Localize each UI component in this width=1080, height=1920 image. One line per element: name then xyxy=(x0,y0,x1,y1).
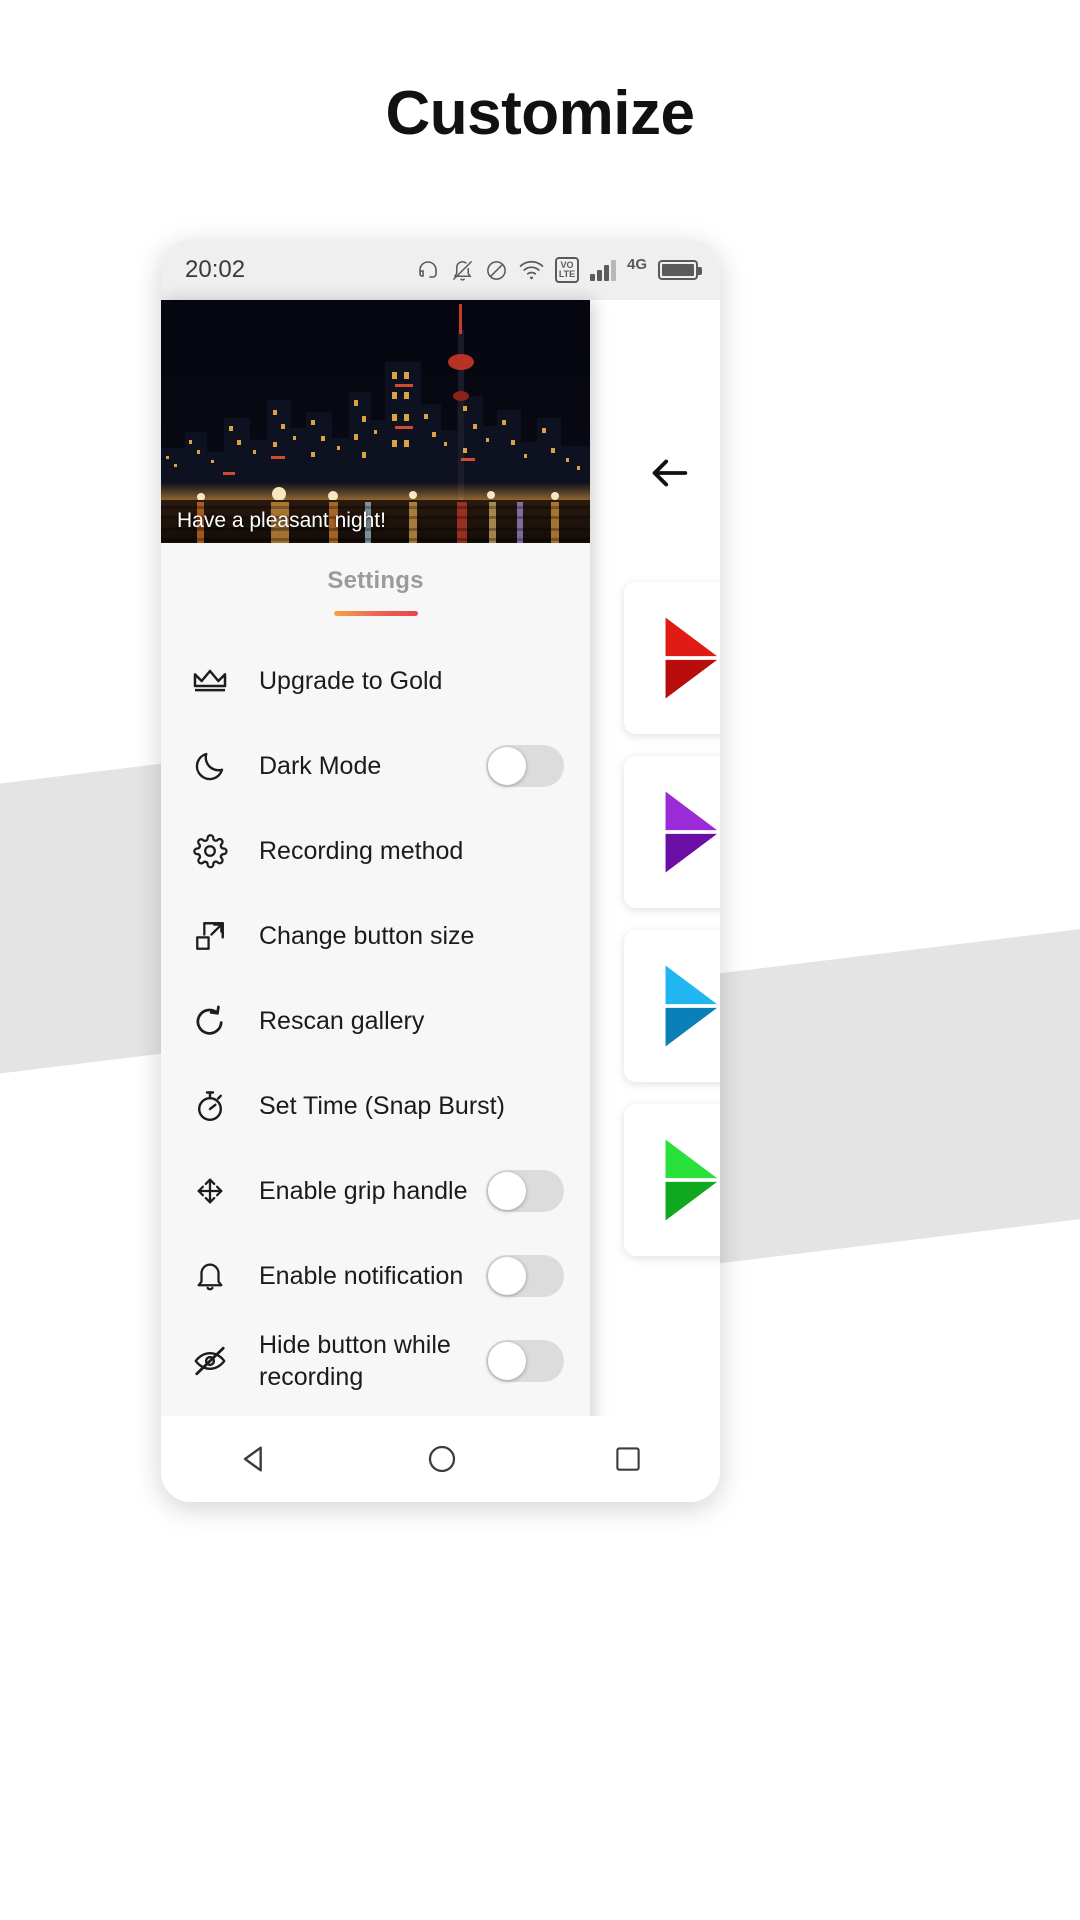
menu-item-label: Upgrade to Gold xyxy=(259,666,443,695)
theme-card-list xyxy=(624,582,720,1256)
do-not-disturb-icon xyxy=(485,259,508,282)
menu-item-label: Enable notification xyxy=(259,1261,464,1290)
cellular-signal-icon xyxy=(589,259,616,281)
theme-card-red[interactable] xyxy=(624,582,720,734)
menu-item-rescan-gallery[interactable]: Rescan gallery xyxy=(161,978,590,1063)
menu-item-change-button-size[interactable]: Change button size xyxy=(161,893,590,978)
stopwatch-icon xyxy=(187,1083,233,1129)
resize-icon xyxy=(187,913,233,959)
status-bar-icons: VO LTE 4G xyxy=(416,255,702,283)
menu-item-label: Rescan gallery xyxy=(259,1006,425,1035)
toggle-enable-notification[interactable] xyxy=(486,1254,564,1297)
bowtie-shape-blue xyxy=(665,965,718,1047)
status-bar-clock: 20:02 xyxy=(185,256,246,283)
phone-device: 20:02 VO LTE 4G Have a pleasant night! S… xyxy=(161,240,720,1502)
menu-item-enable-notification[interactable]: Enable notification xyxy=(161,1233,590,1318)
headset-icon xyxy=(416,258,440,282)
city-skyline-illustration xyxy=(161,300,590,543)
toggle-enable-grip-handle[interactable] xyxy=(486,1169,564,1212)
menu-item-enable-grip-handle[interactable]: Enable grip handle xyxy=(161,1148,590,1233)
background-ribbon-right xyxy=(700,924,1080,1266)
menu-item-label: Hide button while recording xyxy=(259,1330,451,1391)
status-bar: 20:02 VO LTE 4G xyxy=(161,240,720,300)
notifications-off-icon xyxy=(451,259,474,282)
nav-recents-button[interactable] xyxy=(613,1444,643,1474)
menu-item-label: Set Time (Snap Burst) xyxy=(259,1091,505,1120)
wifi-icon xyxy=(519,259,544,281)
hero-caption: Have a pleasant night! xyxy=(177,509,386,532)
settings-drawer: Have a pleasant night! Settings Upgrade … xyxy=(161,300,590,1502)
menu-item-label: Recording method xyxy=(259,836,464,865)
page-title: Customize xyxy=(385,79,695,148)
phone-screen: Have a pleasant night! Settings Upgrade … xyxy=(161,300,720,1502)
volte-line-2: LTE xyxy=(558,269,576,279)
refresh-ccw-icon xyxy=(187,998,233,1044)
drawer-tab-settings[interactable]: Settings xyxy=(161,543,590,616)
menu-item-hide-button-while-recording[interactable]: Hide button while recording xyxy=(161,1318,590,1403)
menu-item-set-time-snap-burst[interactable]: Set Time (Snap Burst) xyxy=(161,1063,590,1148)
battery-icon xyxy=(658,260,702,280)
move-icon xyxy=(187,1168,233,1214)
back-arrow-icon[interactable] xyxy=(647,450,693,496)
menu-item-label: Change button size xyxy=(259,921,475,950)
bell-icon xyxy=(187,1253,233,1299)
bowtie-shape-green xyxy=(665,1139,718,1221)
moon-icon xyxy=(187,743,233,789)
menu-item-dark-mode[interactable]: Dark Mode xyxy=(161,723,590,808)
drawer-hero-image: Have a pleasant night! xyxy=(161,300,590,543)
toggle-hide-button-while-recording[interactable] xyxy=(486,1339,564,1382)
menu-item-upgrade-to-gold[interactable]: Upgrade to Gold xyxy=(161,638,590,723)
android-navigation-bar xyxy=(161,1416,720,1502)
volte-icon: VO LTE xyxy=(554,257,579,283)
toggle-dark-mode[interactable] xyxy=(486,744,564,787)
eye-off-icon xyxy=(187,1338,233,1384)
nav-home-button[interactable] xyxy=(426,1443,458,1475)
crown-icon xyxy=(187,658,233,704)
drawer-tab-label: Settings xyxy=(327,567,424,594)
theme-card-purple[interactable] xyxy=(624,756,720,908)
menu-item-label: Dark Mode xyxy=(259,751,382,780)
bowtie-shape-red xyxy=(665,617,718,699)
nav-back-button[interactable] xyxy=(238,1442,272,1476)
theme-card-green[interactable] xyxy=(624,1104,720,1256)
menu-item-label: Enable grip handle xyxy=(259,1176,468,1205)
theme-card-blue[interactable] xyxy=(624,930,720,1082)
bowtie-shape-purple xyxy=(665,791,718,873)
settings-menu: Upgrade to Gold Dark Mode Recording meth… xyxy=(161,616,590,1502)
gear-icon xyxy=(187,828,233,874)
menu-item-recording-method[interactable]: Recording method xyxy=(161,808,590,893)
network-type-label: 4G xyxy=(626,255,647,273)
